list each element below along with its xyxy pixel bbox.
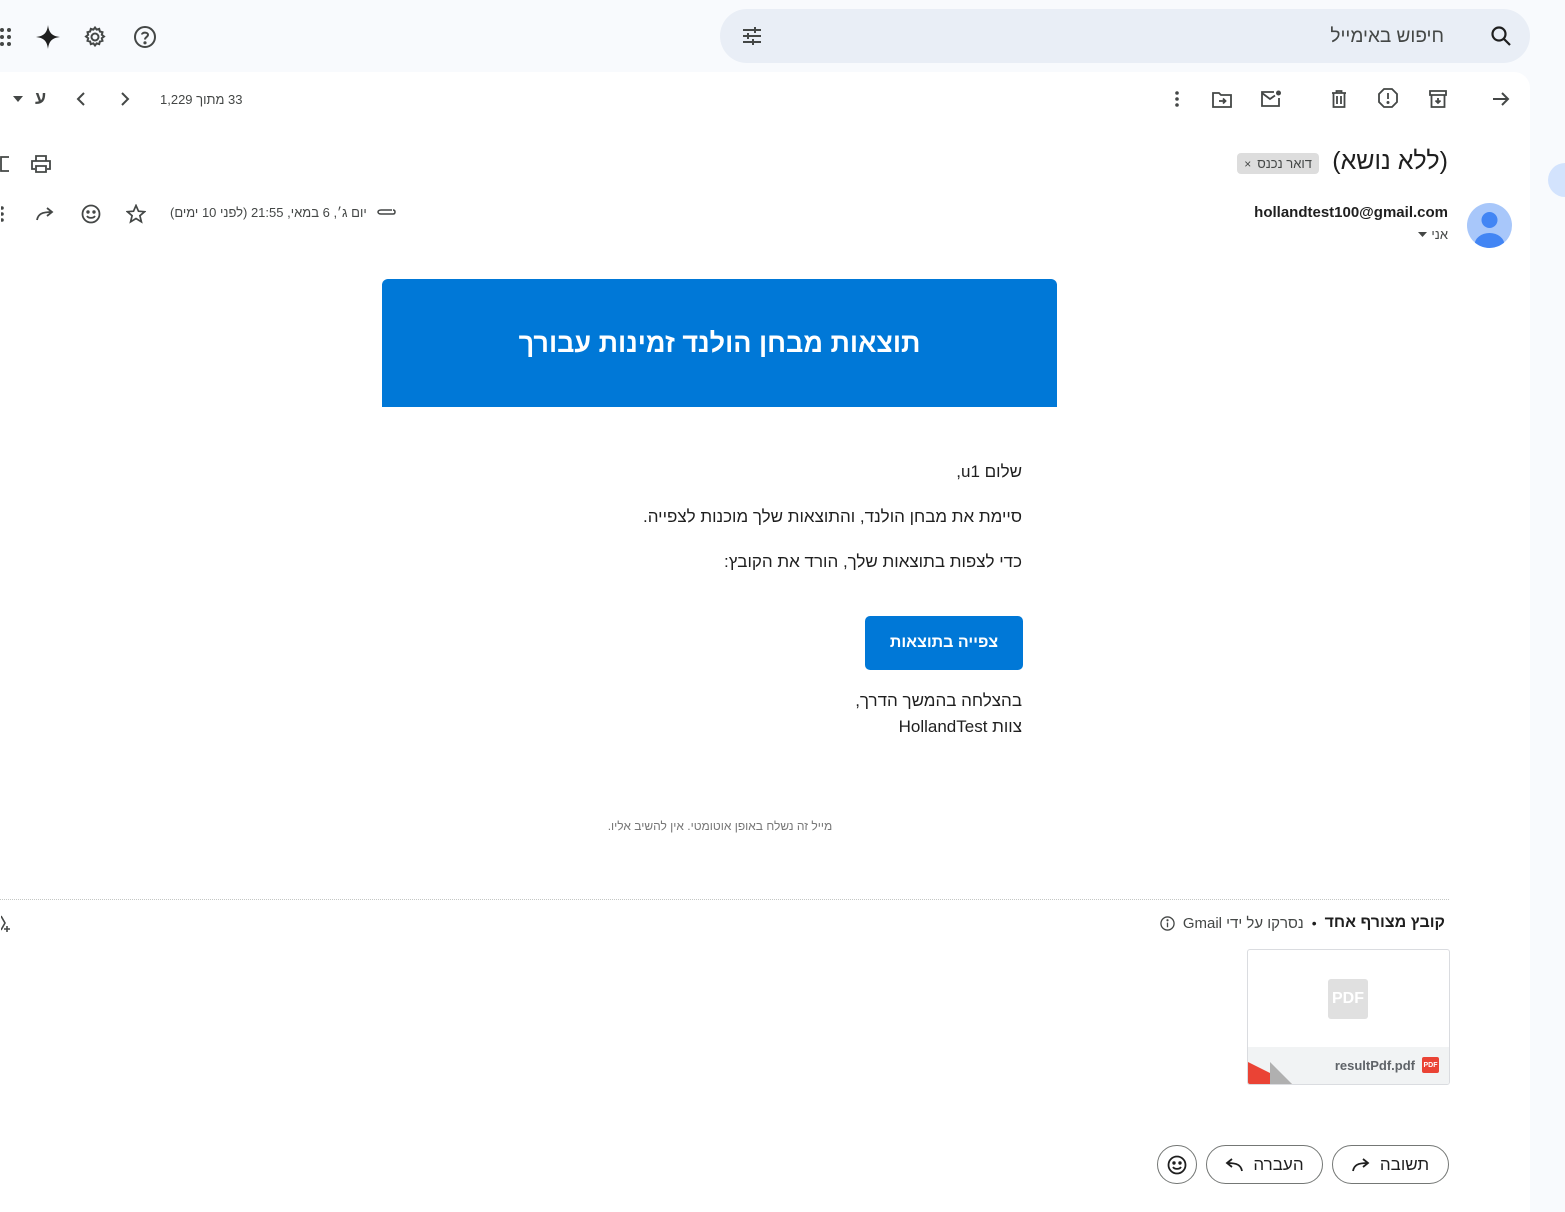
pdf-badge-icon: PDF [1422,1057,1439,1073]
move-to-icon[interactable] [1211,88,1233,110]
email-banner: תוצאות מבחן הולנד זמינות עבורך [382,279,1057,407]
newer-chevron-icon[interactable] [72,89,90,109]
body-line-1: סיימת את מבחן הולנד, והתוצאות שלך מוכנות… [643,507,1022,526]
team-signature: צוות HollandTest [898,717,1022,736]
scanned-by-text: נסרקו על ידי Gmail [1182,914,1304,932]
mark-unread-icon[interactable] [1260,88,1282,110]
pdf-thumbnail-icon: PDF [1328,979,1368,1019]
search-bar[interactable]: חיפוש באימייל [720,9,1530,63]
avatar[interactable] [1467,203,1512,248]
view-results-label: צפייה בתוצאות [889,634,999,651]
emoji-reaction-button[interactable] [1157,1145,1197,1184]
recipient-label: אני [1431,227,1448,242]
attachments-divider [0,899,1449,900]
emoji-react-icon[interactable] [80,203,102,225]
auto-mail-footnote: מייל זה נשלח באופן אוטומטי. אין להשיב אל… [0,819,1440,833]
forward-arrow-icon [1225,1157,1244,1172]
star-icon[interactable] [125,203,147,225]
email-date: יום ג׳, 6 במאי, 21:55 (לפני 10 ימים) [170,205,367,220]
greeting-text: שלום u1, [956,462,1022,481]
settings-gear-icon[interactable] [81,23,109,51]
help-icon[interactable] [131,23,159,51]
tune-icon[interactable] [739,23,765,49]
info-icon[interactable] [1160,915,1175,931]
attachment-footer: resultPdf.pdf PDF [1248,1047,1449,1084]
dropdown-caret-icon[interactable] [11,92,25,106]
reply-label: תשובה [1379,1154,1430,1174]
attachments-separator: • [1311,915,1317,931]
signoff-text: בהצלחה בהמשך הדרך, [855,691,1022,710]
print-icon[interactable] [30,154,52,174]
apps-icon[interactable] [0,26,12,48]
gemini-sparkle-icon[interactable] [34,23,62,51]
sender-email[interactable]: hollandtest100@gmail.com [1254,204,1448,221]
attachment-card[interactable]: PDF resultPdf.pdf PDF [1247,949,1450,1085]
delete-icon[interactable] [1328,88,1350,110]
attachments-count: קובץ מצורף אחד [1324,914,1445,931]
input-tools-button[interactable]: ע [35,88,46,109]
banner-title: תוצאות מבחן הולנד זמינות עבורך [518,327,921,358]
more-vert-icon[interactable] [1167,89,1187,109]
add-to-drive-icon[interactable] [0,912,14,934]
archive-icon[interactable] [1427,88,1449,110]
attachments-header: קובץ מצורף אחד • נסרקו על ידי Gmail [1160,914,1445,932]
pdf-thumbnail-text: PDF [1332,990,1364,1007]
report-spam-icon[interactable] [1377,87,1399,109]
reply-button[interactable]: תשובה [1332,1145,1449,1184]
footnote-text: מייל זה נשלח באופן אוטומטי. אין להשיב אל… [607,819,833,833]
emoji-icon [1167,1155,1187,1175]
forward-quick-icon[interactable] [34,204,56,224]
reply-arrow-icon [1352,1157,1370,1172]
recipient-dropdown-icon[interactable] [1418,232,1428,237]
body-line-2: כדי לצפות בתוצאות שלך, הורד את הקובץ: [724,552,1022,571]
forward-label: העברה [1253,1154,1304,1174]
attachment-clip-icon [376,205,396,219]
attachment-filename: resultPdf.pdf [1334,1058,1415,1073]
side-panel-edge [1548,163,1565,197]
search-icon[interactable] [1488,23,1514,49]
remove-label-icon[interactable]: × [1244,157,1251,171]
search-input[interactable]: חיפוש באימייל [1330,26,1444,48]
forward-button[interactable]: העברה [1206,1145,1323,1184]
more-options-icon[interactable] [0,204,6,224]
label-chip-text: דואר נכנס [1257,156,1312,171]
older-chevron-icon[interactable] [116,89,134,109]
email-subject: (ללא נושא) [1332,147,1448,175]
inbox-label-chip[interactable]: דואר נכנס × [1237,153,1319,174]
view-results-button[interactable]: צפייה בתוצאות [865,616,1023,670]
recipient-details[interactable]: אני [1418,227,1448,242]
pagination-count: 33 מתוך 1,229 [160,92,243,107]
open-new-window-icon[interactable] [0,155,10,173]
back-arrow-icon[interactable] [1490,88,1512,110]
pdf-badge-text: PDF [1423,1061,1438,1069]
